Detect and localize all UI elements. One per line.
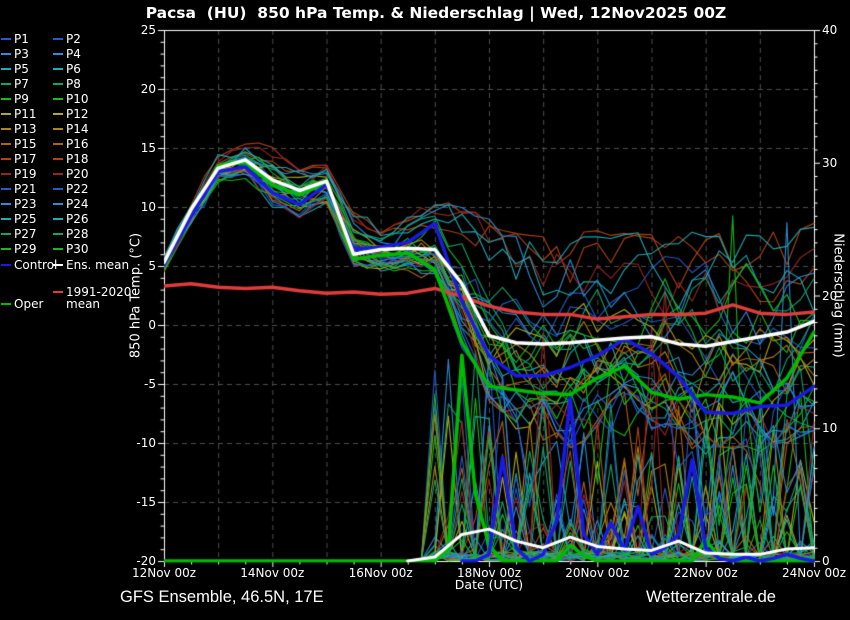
temp-tick-15: 15 (116, 141, 156, 155)
y-axis-label-precip: Niederschlag (mm) (831, 211, 846, 381)
temp-tick-20: 20 (116, 82, 156, 96)
legend-member-p18-swatch (53, 158, 63, 160)
legend-member-p30: P30 (66, 243, 89, 256)
legend-member-p17: P17 (14, 153, 37, 166)
legend-member-p26-swatch (53, 218, 63, 220)
legend-member-p5-swatch (1, 68, 11, 70)
legend-member-p23: P23 (14, 198, 37, 211)
legend-member-p30-swatch (53, 248, 63, 250)
legend-member-p18: P18 (66, 153, 89, 166)
legend-member-p20-swatch (53, 173, 63, 175)
legend-member-p4: P4 (66, 48, 81, 61)
legend-member-p8: P8 (66, 78, 81, 91)
legend-member-p15-swatch (1, 143, 11, 145)
legend-oper: Oper (14, 298, 43, 311)
legend-member-p1-swatch (1, 38, 11, 40)
legend-member-p28: P28 (66, 228, 89, 241)
precip-tick-40: 40 (822, 23, 850, 37)
legend-member-p16-swatch (53, 143, 63, 145)
legend-member-p13: P13 (14, 123, 37, 136)
legend-member-p15: P15 (14, 138, 37, 151)
legend-member-p27: P27 (14, 228, 37, 241)
legend-member-p14: P14 (66, 123, 89, 136)
legend-member-p4-swatch (53, 53, 63, 55)
legend-clim-mean-line2: mean (66, 298, 100, 311)
legend-member-p13-swatch (1, 128, 11, 130)
legend-member-p19-swatch (1, 173, 11, 175)
legend-member-p22: P22 (66, 183, 89, 196)
legend-member-p2: P2 (66, 33, 81, 46)
legend-member-p14-swatch (53, 128, 63, 130)
legend-member-p24: P24 (66, 198, 89, 211)
legend-member-p6: P6 (66, 63, 81, 76)
date-tick-5: 20Nov 00z (555, 566, 639, 580)
legend-member-p7: P7 (14, 78, 29, 91)
legend-member-p3-swatch (1, 53, 11, 55)
legend-member-p26: P26 (66, 213, 89, 226)
legend-member-p8-swatch (53, 83, 63, 85)
precip-tick-10: 10 (822, 421, 850, 435)
legend-ens-mean-swatch (53, 264, 63, 266)
meteogram-page: { "title": "Pacsa (HU) 850 hPa Temp. & N… (0, 0, 850, 620)
x-axis-label: Date (UTC) (429, 577, 549, 592)
legend-member-p10-swatch (53, 98, 63, 100)
legend-member-p12-swatch (53, 113, 63, 115)
legend-member-p25: P25 (14, 213, 37, 226)
legend-oper-swatch (1, 303, 11, 305)
temp-tick-25: 25 (116, 23, 156, 37)
legend-member-p19: P19 (14, 168, 37, 181)
date-tick-3: 16Nov 00z (339, 566, 423, 580)
legend-member-p23-swatch (1, 203, 11, 205)
legend-member-p6-swatch (53, 68, 63, 70)
legend-member-p9-swatch (1, 98, 11, 100)
legend-member-p27-swatch (1, 233, 11, 235)
legend-member-p17-swatch (1, 158, 11, 160)
legend-member-p3: P3 (14, 48, 29, 61)
footer-model-info: GFS Ensemble, 46.5N, 17E (120, 588, 324, 607)
legend-member-p29-swatch (1, 248, 11, 250)
legend-member-p9: P9 (14, 93, 29, 106)
legend-member-p5: P5 (14, 63, 29, 76)
temp-tick--15: -15 (116, 495, 156, 509)
legend-member-p12: P12 (66, 108, 89, 121)
date-tick-2: 14Nov 00z (230, 566, 314, 580)
chart-title: Pacsa (HU) 850 hPa Temp. & Niederschlag … (11, 4, 850, 22)
legend-member-p21: P21 (14, 183, 37, 196)
legend-member-p7-swatch (1, 83, 11, 85)
y-axis-label-temp: 850 hPa Temp. (°C) (129, 211, 144, 381)
legend-member-p11-swatch (1, 113, 11, 115)
legend-member-p25-swatch (1, 218, 11, 220)
legend-member-p11: P11 (14, 108, 37, 121)
legend-member-p21-swatch (1, 188, 11, 190)
temp-tick--10: -10 (116, 436, 156, 450)
legend-member-p24-swatch (53, 203, 63, 205)
legend-member-p29: P29 (14, 243, 37, 256)
legend-member-p10: P10 (66, 93, 89, 106)
legend-member-p1: P1 (14, 33, 29, 46)
legend-control-swatch (1, 264, 11, 266)
date-tick-1: 12Nov 00z (122, 566, 206, 580)
legend-member-p28-swatch (53, 233, 63, 235)
date-tick-7: 24Nov 00z (772, 566, 850, 580)
legend-control: Control (14, 259, 57, 272)
legend-member-p20: P20 (66, 168, 89, 181)
date-tick-6: 22Nov 00z (664, 566, 748, 580)
legend-member-p2-swatch (53, 38, 63, 40)
legend-clim-mean-swatch (53, 291, 63, 293)
legend-member-p16: P16 (66, 138, 89, 151)
footer-brand: Wetterzentrale.de (646, 588, 776, 607)
precip-tick-30: 30 (822, 156, 850, 170)
legend-member-p22-swatch (53, 188, 63, 190)
